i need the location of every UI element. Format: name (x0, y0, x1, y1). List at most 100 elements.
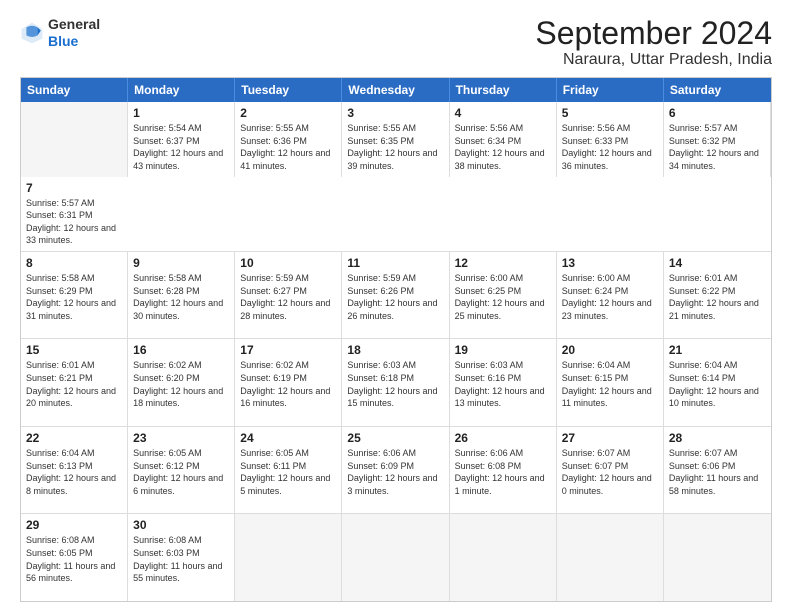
cell-day-number: 12 (455, 256, 551, 270)
calendar-day-header: Tuesday (235, 78, 342, 102)
cell-info: Sunrise: 5:56 AM Sunset: 6:34 PM Dayligh… (455, 122, 551, 172)
cell-info: Sunrise: 5:58 AM Sunset: 6:28 PM Dayligh… (133, 272, 229, 322)
calendar-cell: 28Sunrise: 6:07 AM Sunset: 6:06 PM Dayli… (664, 427, 771, 514)
cell-info: Sunrise: 6:01 AM Sunset: 6:21 PM Dayligh… (26, 359, 122, 409)
cell-day-number: 7 (26, 181, 123, 195)
calendar-cell: 4 Sunrise: 5:56 AM Sunset: 6:34 PM Daylig… (450, 102, 557, 176)
cell-info: Sunrise: 5:55 AM Sunset: 6:35 PM Dayligh… (347, 122, 443, 172)
cell-info: Sunrise: 5:56 AM Sunset: 6:33 PM Dayligh… (562, 122, 658, 172)
calendar-cell: 19 Sunrise: 6:03 AM Sunset: 6:16 PM Dayli… (450, 339, 557, 426)
cell-day-number: 16 (133, 343, 229, 357)
subtitle: Naraura, Uttar Pradesh, India (535, 51, 772, 69)
cell-day-number: 4 (455, 106, 551, 120)
calendar-cell: 21 Sunrise: 6:04 AM Sunset: 6:14 PM Dayli… (664, 339, 771, 426)
cell-day-number: 10 (240, 256, 336, 270)
calendar-cell (342, 514, 449, 601)
calendar-cell: 6Sunrise: 5:57 AM Sunset: 6:32 PM Daylig… (664, 102, 771, 176)
cell-day-number: 11 (347, 256, 443, 270)
calendar-cell: 3 Sunrise: 5:55 AM Sunset: 6:35 PM Daylig… (342, 102, 449, 176)
calendar-cell (235, 514, 342, 601)
logo-blue: Blue (48, 33, 78, 49)
cell-day-number: 15 (26, 343, 122, 357)
calendar-cell (450, 514, 557, 601)
calendar-cell: 22Sunrise: 6:04 AM Sunset: 6:13 PM Dayli… (21, 427, 128, 514)
cell-day-number: 14 (669, 256, 766, 270)
cell-day-number: 6 (669, 106, 765, 120)
calendar-cell (21, 102, 128, 176)
cell-day-number: 3 (347, 106, 443, 120)
cell-day-number: 26 (455, 431, 551, 445)
calendar-cell: 15 Sunrise: 6:01 AM Sunset: 6:21 PM Dayli… (21, 339, 128, 426)
calendar-row: 29Sunrise: 6:08 AM Sunset: 6:05 PM Dayli… (21, 514, 771, 601)
calendar-header: SundayMondayTuesdayWednesdayThursdayFrid… (21, 78, 771, 102)
calendar-cell: 27Sunrise: 6:07 AM Sunset: 6:07 PM Dayli… (557, 427, 664, 514)
cell-info: Sunrise: 6:04 AM Sunset: 6:13 PM Dayligh… (26, 447, 122, 497)
calendar-cell: 29Sunrise: 6:08 AM Sunset: 6:05 PM Dayli… (21, 514, 128, 601)
calendar: SundayMondayTuesdayWednesdayThursdayFrid… (20, 77, 772, 602)
cell-info: Sunrise: 5:59 AM Sunset: 6:27 PM Dayligh… (240, 272, 336, 322)
cell-info: Sunrise: 6:02 AM Sunset: 6:19 PM Dayligh… (240, 359, 336, 409)
calendar-row: 15 Sunrise: 6:01 AM Sunset: 6:21 PM Dayli… (21, 339, 771, 427)
main-title: September 2024 (535, 16, 772, 51)
cell-info: Sunrise: 6:05 AM Sunset: 6:12 PM Dayligh… (133, 447, 229, 497)
cell-day-number: 24 (240, 431, 336, 445)
calendar-cell: 16Sunrise: 6:02 AM Sunset: 6:20 PM Dayli… (128, 339, 235, 426)
calendar-day-header: Thursday (450, 78, 557, 102)
cell-info: Sunrise: 5:54 AM Sunset: 6:37 PM Dayligh… (133, 122, 229, 172)
calendar-cell: 12Sunrise: 6:00 AM Sunset: 6:25 PM Dayli… (450, 252, 557, 339)
cell-info: Sunrise: 6:04 AM Sunset: 6:15 PM Dayligh… (562, 359, 658, 409)
cell-day-number: 2 (240, 106, 336, 120)
calendar-cell (664, 514, 771, 601)
calendar-cell: 20Sunrise: 6:04 AM Sunset: 6:15 PM Dayli… (557, 339, 664, 426)
calendar-cell: 10 Sunrise: 5:59 AM Sunset: 6:27 PM Dayli… (235, 252, 342, 339)
cell-day-number: 5 (562, 106, 658, 120)
page: General Blue September 2024 Naraura, Utt… (0, 0, 792, 612)
title-block: September 2024 Naraura, Uttar Pradesh, I… (535, 16, 772, 69)
calendar-row: 22Sunrise: 6:04 AM Sunset: 6:13 PM Dayli… (21, 427, 771, 515)
calendar-cell: 7 Sunrise: 5:57 AM Sunset: 6:31 PM Daylig… (21, 177, 128, 251)
cell-day-number: 13 (562, 256, 658, 270)
cell-day-number: 30 (133, 518, 229, 532)
calendar-body: 1 Sunrise: 5:54 AM Sunset: 6:37 PM Daylig… (21, 102, 771, 601)
cell-info: Sunrise: 6:06 AM Sunset: 6:08 PM Dayligh… (455, 447, 551, 497)
cell-info: Sunrise: 6:05 AM Sunset: 6:11 PM Dayligh… (240, 447, 336, 497)
calendar-cell: 8 Sunrise: 5:58 AM Sunset: 6:29 PM Daylig… (21, 252, 128, 339)
cell-day-number: 17 (240, 343, 336, 357)
cell-day-number: 8 (26, 256, 122, 270)
cell-info: Sunrise: 6:04 AM Sunset: 6:14 PM Dayligh… (669, 359, 766, 409)
calendar-row: 8 Sunrise: 5:58 AM Sunset: 6:29 PM Daylig… (21, 252, 771, 340)
cell-info: Sunrise: 6:06 AM Sunset: 6:09 PM Dayligh… (347, 447, 443, 497)
calendar-day-header: Saturday (664, 78, 771, 102)
cell-day-number: 9 (133, 256, 229, 270)
calendar-day-header: Wednesday (342, 78, 449, 102)
logo: General Blue (20, 16, 100, 50)
cell-info: Sunrise: 6:03 AM Sunset: 6:16 PM Dayligh… (455, 359, 551, 409)
cell-day-number: 27 (562, 431, 658, 445)
calendar-cell: 24 Sunrise: 6:05 AM Sunset: 6:11 PM Dayli… (235, 427, 342, 514)
cell-day-number: 1 (133, 106, 229, 120)
cell-info: Sunrise: 5:55 AM Sunset: 6:36 PM Dayligh… (240, 122, 336, 172)
logo-icon (20, 21, 44, 45)
cell-info: Sunrise: 6:01 AM Sunset: 6:22 PM Dayligh… (669, 272, 766, 322)
calendar-cell: 1 Sunrise: 5:54 AM Sunset: 6:37 PM Daylig… (128, 102, 235, 176)
calendar-cell: 18 Sunrise: 6:03 AM Sunset: 6:18 PM Dayli… (342, 339, 449, 426)
calendar-cell: 23 Sunrise: 6:05 AM Sunset: 6:12 PM Dayli… (128, 427, 235, 514)
calendar-cell (557, 514, 664, 601)
calendar-cell: 2 Sunrise: 5:55 AM Sunset: 6:36 PM Daylig… (235, 102, 342, 176)
cell-info: Sunrise: 6:07 AM Sunset: 6:06 PM Dayligh… (669, 447, 766, 497)
cell-day-number: 18 (347, 343, 443, 357)
cell-day-number: 23 (133, 431, 229, 445)
cell-info: Sunrise: 5:57 AM Sunset: 6:31 PM Dayligh… (26, 197, 123, 247)
cell-info: Sunrise: 6:08 AM Sunset: 6:03 PM Dayligh… (133, 534, 229, 584)
calendar-cell: 5 Sunrise: 5:56 AM Sunset: 6:33 PM Daylig… (557, 102, 664, 176)
calendar-cell: 13 Sunrise: 6:00 AM Sunset: 6:24 PM Dayli… (557, 252, 664, 339)
calendar-cell: 30 Sunrise: 6:08 AM Sunset: 6:03 PM Dayli… (128, 514, 235, 601)
calendar-cell: 17 Sunrise: 6:02 AM Sunset: 6:19 PM Dayli… (235, 339, 342, 426)
cell-info: Sunrise: 5:58 AM Sunset: 6:29 PM Dayligh… (26, 272, 122, 322)
logo-general: General (48, 16, 100, 32)
cell-day-number: 19 (455, 343, 551, 357)
calendar-cell: 11Sunrise: 5:59 AM Sunset: 6:26 PM Dayli… (342, 252, 449, 339)
cell-day-number: 21 (669, 343, 766, 357)
cell-info: Sunrise: 6:00 AM Sunset: 6:24 PM Dayligh… (562, 272, 658, 322)
cell-info: Sunrise: 6:03 AM Sunset: 6:18 PM Dayligh… (347, 359, 443, 409)
